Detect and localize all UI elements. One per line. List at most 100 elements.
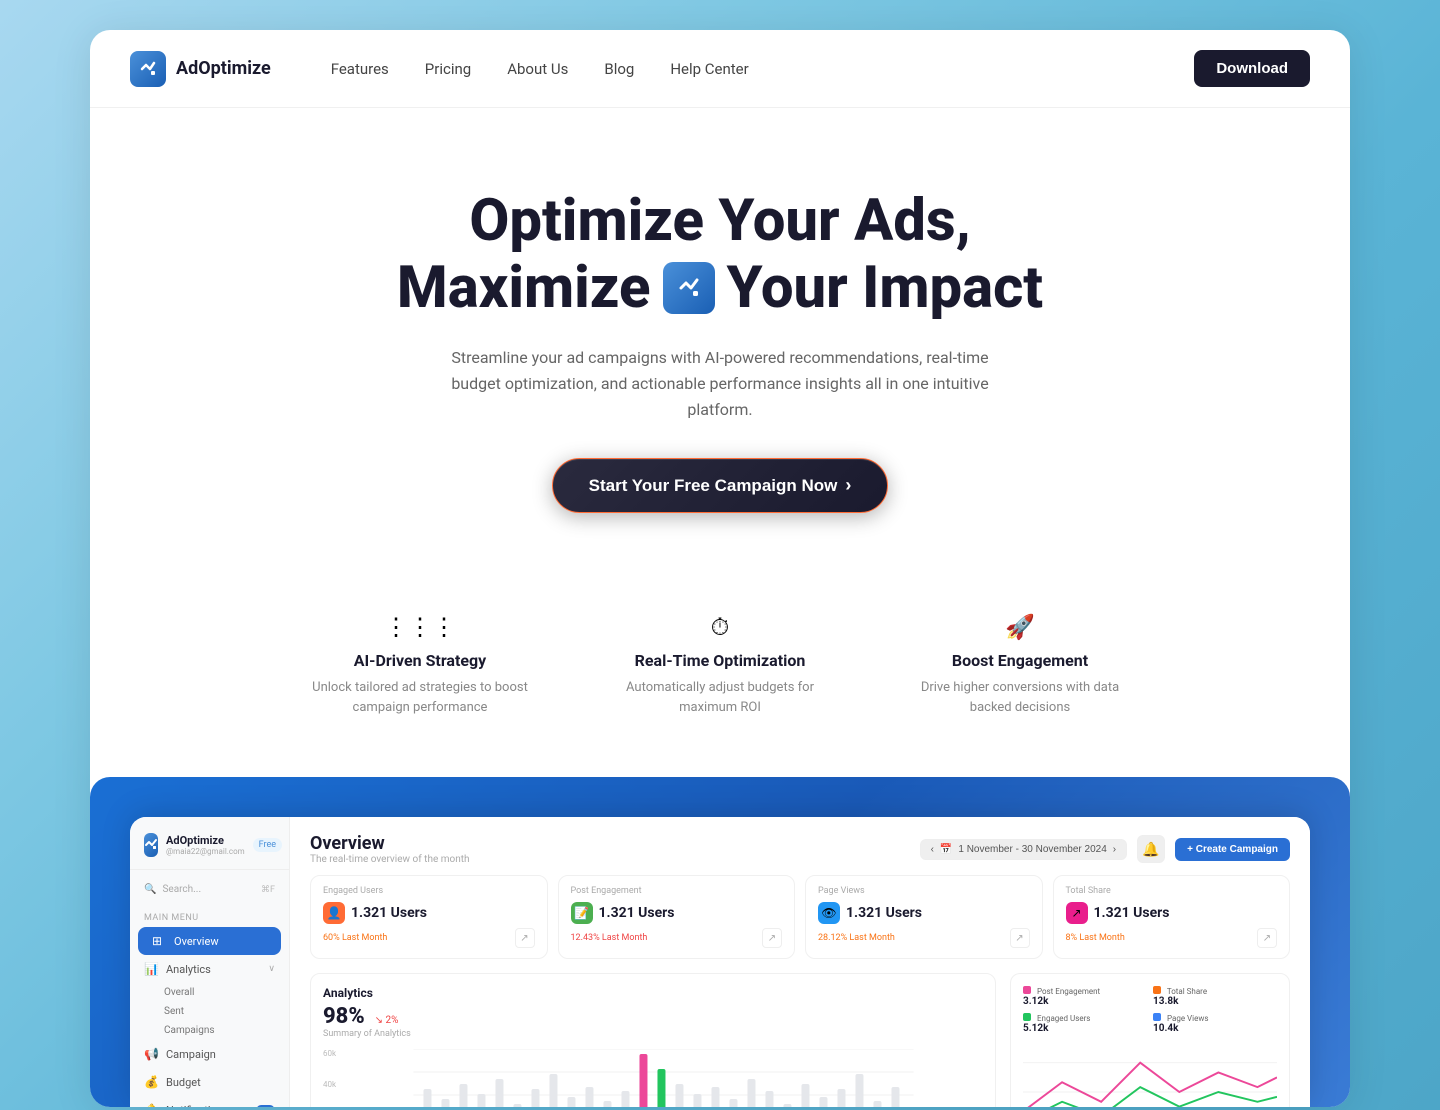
sidebar-brand: AdOptimize (166, 834, 245, 847)
legend-dot-views (1153, 1013, 1161, 1021)
sidebar-sub-campaigns[interactable]: Campaigns (130, 1021, 289, 1040)
feature-boost-desc: Drive higher conversions with data backe… (910, 678, 1130, 717)
sidebar-item-analytics[interactable]: 📊 Analytics ∨ (130, 955, 289, 983)
stat-action-3[interactable]: ↗ (1257, 928, 1277, 948)
stat-post-engagement: Post Engagement 📝 1.321 Users 12.43% Las… (558, 875, 796, 959)
nav-pricing[interactable]: Pricing (425, 60, 471, 78)
analytics-percent: 98% (323, 1004, 365, 1029)
logo-name: AdOptimize (176, 58, 271, 79)
analytics-change: ↘ 2% (375, 1015, 399, 1026)
stat-value-3: 1.321 Users (1094, 905, 1170, 921)
feature-boost-title: Boost Engagement (910, 651, 1130, 670)
analytics-title: Analytics (323, 986, 983, 1000)
stat-value-2: 1.321 Users (846, 905, 922, 921)
logo-area: AdOptimize (130, 51, 271, 87)
stat-label-2: Page Views (818, 886, 1030, 896)
sidebar-item-budget[interactable]: 💰 Budget (130, 1068, 289, 1096)
stat-change-1: 12.43% Last Month (571, 933, 648, 943)
stat-value-1: 1.321 Users (599, 905, 675, 921)
sidebar-item-overview[interactable]: ⊞ Overview (138, 927, 281, 955)
cta-arrow-icon: › (845, 475, 851, 496)
sidebar-free-badge: Free (253, 838, 282, 852)
y-label-60k: 60k (323, 1049, 336, 1058)
chart-container: 60k 40k 20k (323, 1049, 983, 1107)
sidebar-email: @maia22@gmail.com (166, 847, 245, 856)
dashboard-mockup: AdOptimize @maia22@gmail.com Free 🔍 Sear… (130, 817, 1310, 1107)
nav-features[interactable]: Features (331, 60, 389, 78)
legend-post-engagement: Post Engagement 3.12k (1023, 986, 1147, 1007)
stats-row: Engaged Users 👤 1.321 Users 60% Last Mon… (310, 875, 1290, 959)
legend-dot-post (1023, 986, 1031, 994)
hero-section: Optimize Your Ads, Maximize Your Impact … (90, 108, 1350, 573)
stat-label-1: Post Engagement (571, 886, 783, 896)
notification-badge: 12 (256, 1105, 275, 1108)
stat-total-share: Total Share ↗ 1.321 Users 8% Last Month … (1053, 875, 1291, 959)
feature-realtime: ⏱ Real-Time Optimization Automatically a… (610, 613, 830, 717)
notification-icon: 🔔 (144, 1103, 158, 1107)
sidebar: AdOptimize @maia22@gmail.com Free 🔍 Sear… (130, 817, 290, 1107)
notification-bell-button[interactable]: 🔔 (1137, 835, 1165, 863)
navbar: AdOptimize Features Pricing About Us Blo… (90, 30, 1350, 108)
cta-label: Start Your Free Campaign Now (589, 476, 838, 496)
dashboard-main: Overview The real-time overview of the m… (290, 817, 1310, 1107)
dash-subtitle: The real-time overview of the month (310, 854, 470, 865)
legend-engaged-users: Engaged Users 5.12k (1023, 1013, 1147, 1034)
feature-ai-title: AI-Driven Strategy (310, 651, 530, 670)
analytics-chevron: ∨ (268, 964, 275, 974)
overview-icon: ⊞ (152, 934, 166, 948)
legend-dot-share (1153, 986, 1161, 994)
analytics-section: Analytics 98% ↘ 2% Summary of Analytics … (310, 973, 1290, 1107)
features-section: ⋮⋮⋮ AI-Driven Strategy Unlock tailored a… (90, 573, 1350, 777)
download-button[interactable]: Download (1194, 50, 1310, 87)
sidebar-sub-overall[interactable]: Overall (130, 983, 289, 1002)
dash-header: Overview The real-time overview of the m… (310, 833, 1290, 865)
hero-inline-logo (663, 262, 715, 314)
nav-blog[interactable]: Blog (604, 60, 634, 78)
dashboard-section: AdOptimize @maia22@gmail.com Free 🔍 Sear… (90, 777, 1350, 1107)
mini-chart (1023, 1042, 1277, 1107)
sidebar-search-input[interactable]: Search... (162, 884, 255, 895)
stat-label-3: Total Share (1066, 886, 1278, 896)
stat-action-2[interactable]: ↗ (1010, 928, 1030, 948)
feature-ai-icon: ⋮⋮⋮ (310, 613, 530, 641)
feature-boost: 🚀 Boost Engagement Drive higher conversi… (910, 613, 1130, 717)
search-shortcut: ⌘F (261, 885, 275, 895)
sidebar-logo-area: AdOptimize @maia22@gmail.com Free (130, 833, 289, 870)
analytics-right: Post Engagement 3.12k Total Share 13.8k … (1010, 973, 1290, 1107)
date-range-text: 1 November - 30 November 2024 (958, 844, 1106, 855)
sidebar-item-notification[interactable]: 🔔 Notification 12 (130, 1096, 289, 1107)
feature-realtime-desc: Automatically adjust budgets for maximum… (610, 678, 830, 717)
legend-val-share: 13.8k (1153, 996, 1178, 1007)
hero-title: Optimize Your Ads, Maximize Your Impact (290, 188, 1150, 321)
sidebar-search[interactable]: 🔍 Search... ⌘F (130, 878, 289, 901)
main-menu-label: Main Menu (130, 909, 289, 927)
stat-page-views: Page Views 👁 1.321 Users 28.12% Last Mon… (805, 875, 1043, 959)
legend-val-engaged: 5.12k (1023, 1023, 1048, 1034)
main-card: AdOptimize Features Pricing About Us Blo… (90, 30, 1350, 1107)
calendar-icon: 📅 (940, 844, 952, 855)
feature-boost-icon: 🚀 (910, 613, 1130, 641)
nav-help[interactable]: Help Center (670, 60, 748, 78)
analytics-subtitle: Summary of Analytics (323, 1029, 983, 1039)
stat-icon-2: 👁 (818, 902, 840, 924)
feature-realtime-icon: ⏱ (610, 613, 830, 641)
chevron-right-icon: › (1113, 844, 1116, 855)
legend-total-share: Total Share 13.8k (1153, 986, 1277, 1007)
feature-realtime-title: Real-Time Optimization (610, 651, 830, 670)
date-range-picker[interactable]: ‹ 📅 1 November - 30 November 2024 › (920, 839, 1128, 860)
stat-action-0[interactable]: ↗ (515, 928, 535, 948)
legend-val-post: 3.12k (1023, 996, 1048, 1007)
sidebar-sub-sent[interactable]: Sent (130, 1002, 289, 1021)
nav-about[interactable]: About Us (507, 60, 568, 78)
campaign-icon: 📢 (144, 1047, 158, 1061)
feature-ai-desc: Unlock tailored ad strategies to boost c… (310, 678, 530, 717)
create-campaign-button[interactable]: + Create Campaign (1175, 838, 1290, 861)
stat-action-1[interactable]: ↗ (762, 928, 782, 948)
legend-page-views: Page Views 10.4k (1153, 1013, 1277, 1034)
analytics-icon: 📊 (144, 962, 158, 976)
feature-ai: ⋮⋮⋮ AI-Driven Strategy Unlock tailored a… (310, 613, 530, 717)
legend-dot-engaged (1023, 1013, 1031, 1021)
cta-button[interactable]: Start Your Free Campaign Now › (552, 458, 889, 513)
sidebar-item-campaign[interactable]: 📢 Campaign (130, 1040, 289, 1068)
sidebar-logo (144, 833, 158, 857)
